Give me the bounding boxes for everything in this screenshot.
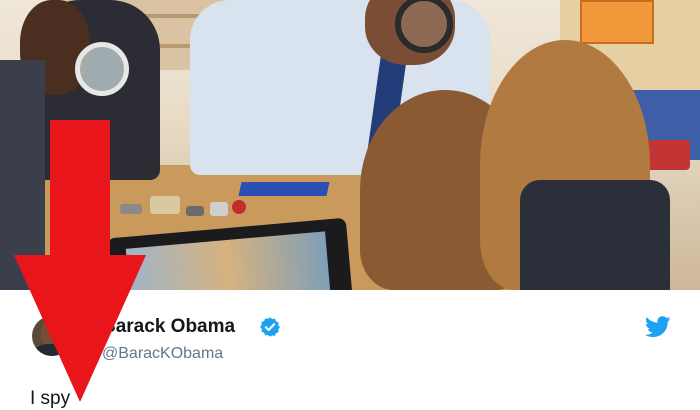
twitter-bird-icon[interactable] [645, 316, 671, 338]
blue-paper [238, 182, 330, 196]
red-down-arrow-icon [14, 120, 146, 402]
child-girl-right-shirt [520, 180, 670, 290]
child-magnifying-glass [75, 42, 129, 96]
verified-badge-icon [260, 317, 280, 337]
orange-board [580, 0, 654, 44]
